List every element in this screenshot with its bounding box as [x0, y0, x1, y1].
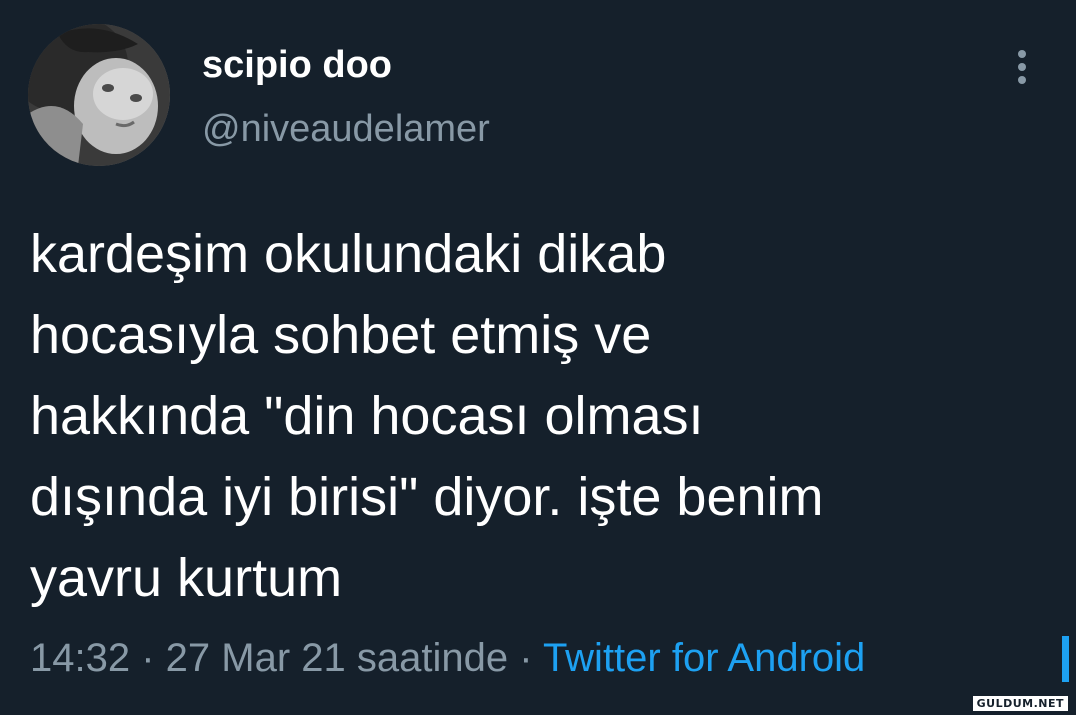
tweet-meta: 14:32 · 27 Mar 21 saatinde · Twitter for…: [30, 636, 865, 681]
meta-separator: ·: [130, 636, 166, 680]
tweet-text: kardeşim okulundaki dikab hocasıyla sohb…: [30, 224, 824, 608]
scroll-indicator: [1062, 636, 1069, 682]
meta-separator: ·: [508, 636, 543, 680]
tweet-source-link[interactable]: Twitter for Android: [543, 636, 865, 680]
tweet: scipio doo @niveaudelamer kardeşim okulu…: [0, 0, 1076, 715]
avatar-photo: [28, 24, 170, 166]
more-options-button[interactable]: [1004, 46, 1040, 90]
tweet-date[interactable]: 27 Mar 21 saatinde: [166, 636, 508, 680]
author-handle[interactable]: @niveaudelamer: [202, 108, 490, 151]
avatar[interactable]: [28, 24, 170, 166]
more-vertical-icon: [1018, 50, 1026, 84]
watermark-logo: GULDUM.NET: [972, 696, 1068, 711]
tweet-time[interactable]: 14:32: [30, 636, 130, 680]
author-display-name[interactable]: scipio doo: [202, 44, 392, 87]
